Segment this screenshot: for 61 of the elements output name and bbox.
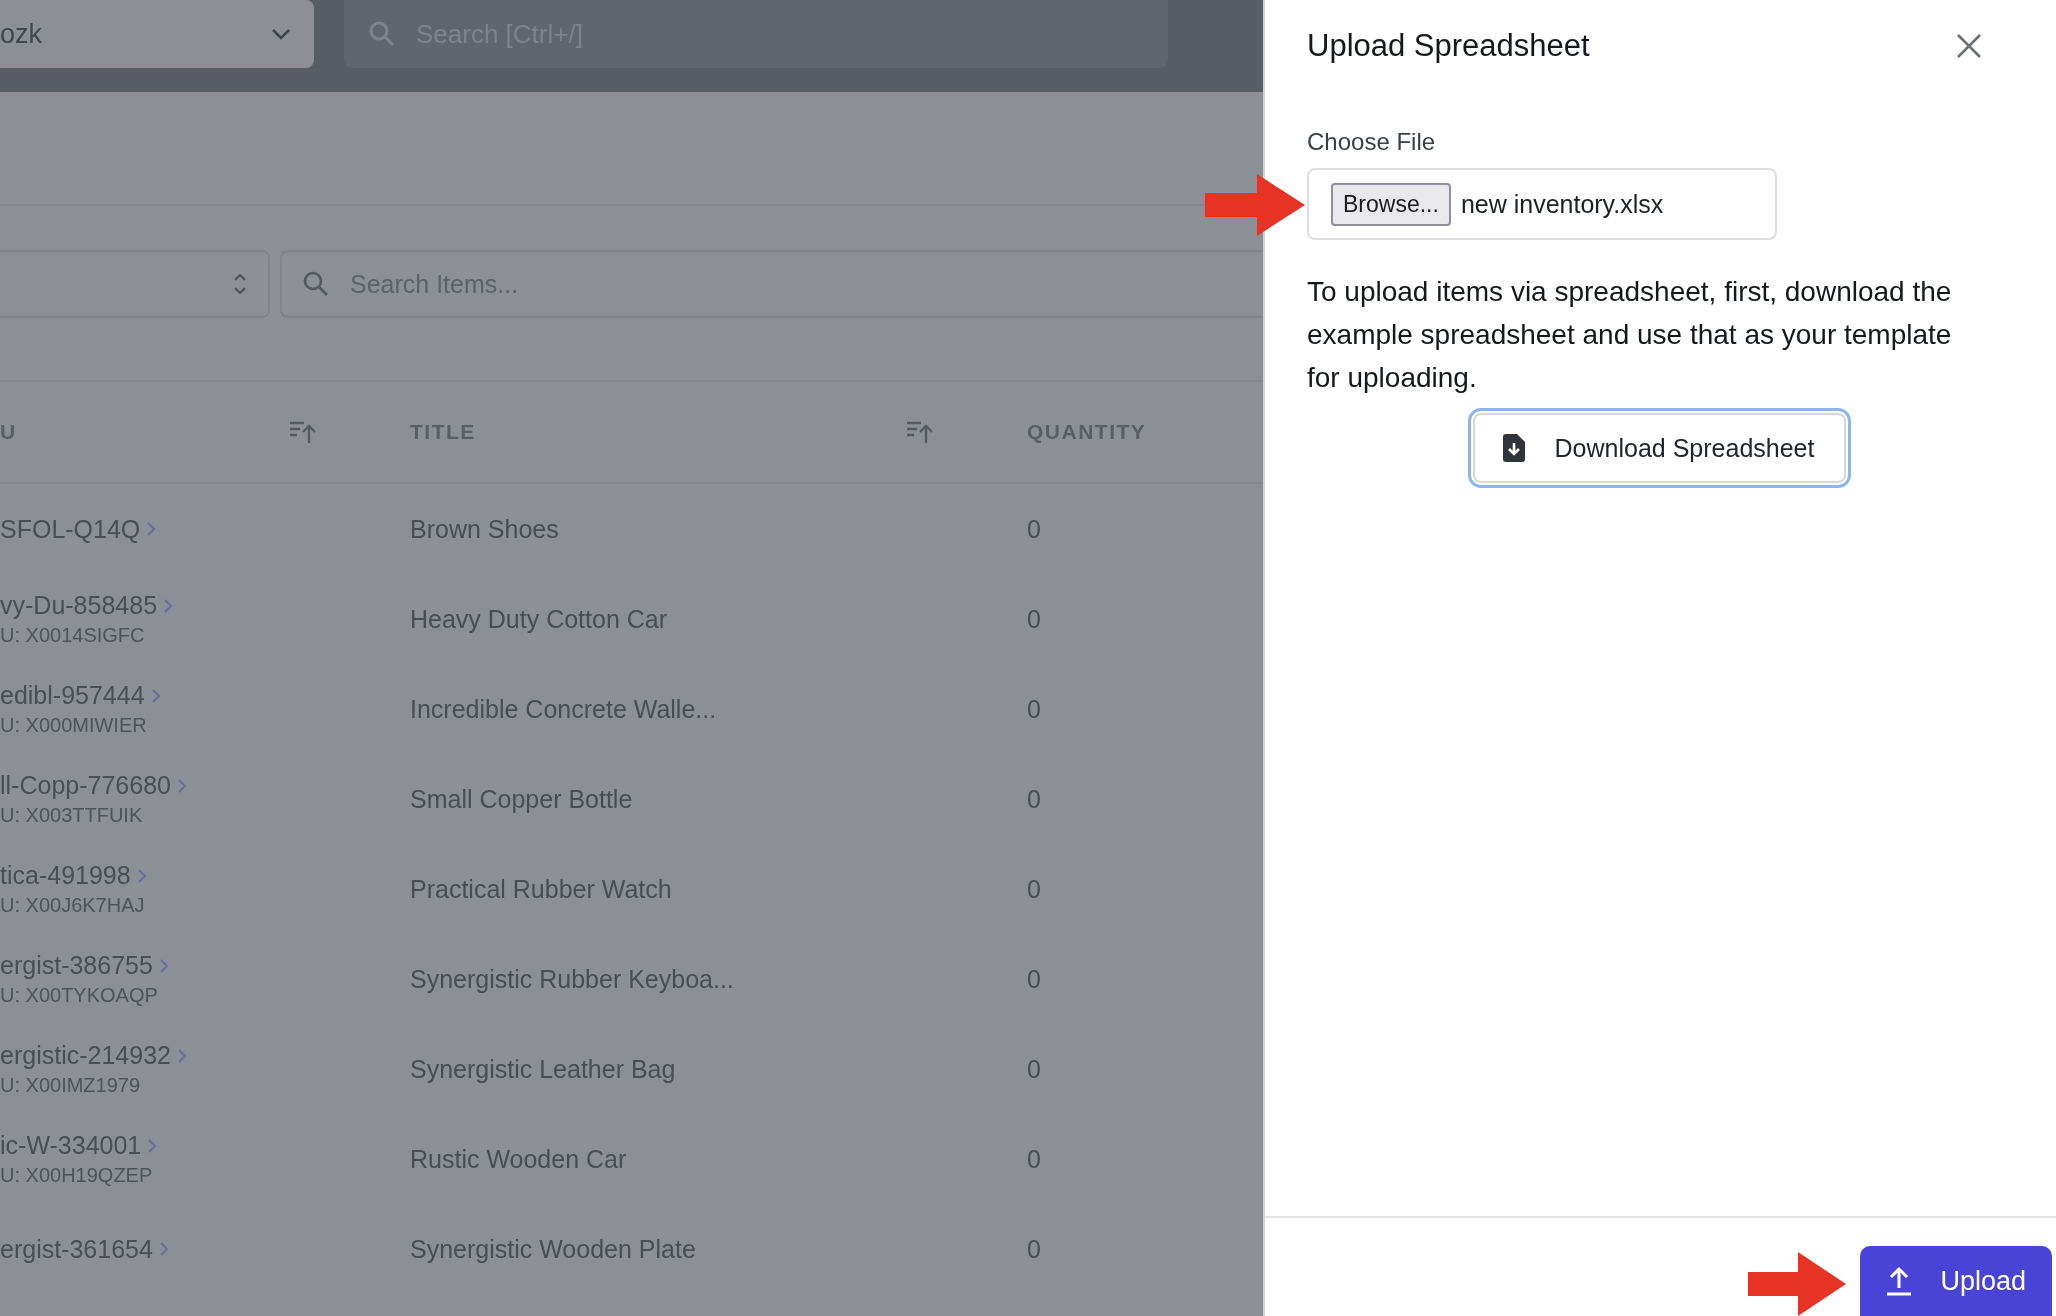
- item-title: Practical Rubber Watch: [410, 874, 672, 903]
- item-title: Incredible Concrete Walle...: [410, 694, 717, 723]
- sku-link[interactable]: edibl-957444: [0, 681, 145, 710]
- upload-icon: [1886, 1266, 1913, 1296]
- sub-sku: U: X0014SIGFC: [0, 624, 146, 647]
- quantity-value: 0: [1027, 1054, 1041, 1083]
- sku-link[interactable]: ergistic-214932: [0, 1041, 171, 1070]
- item-title: Synergistic Wooden Plate: [410, 1234, 696, 1263]
- panel-title: Upload Spreadsheet: [1307, 28, 1590, 64]
- sku-link[interactable]: vy-Du-858485: [0, 591, 158, 620]
- quantity-value: 0: [1027, 874, 1041, 903]
- sub-sku: U: X00TYKOAQP: [0, 984, 159, 1007]
- item-title: Synergistic Rubber Keyboa...: [410, 964, 734, 993]
- file-name: new inventory.xlsx: [1460, 189, 1664, 219]
- chevron-down-icon: [270, 27, 292, 41]
- chevron-right-icon: [176, 1047, 187, 1064]
- chevron-right-icon: [158, 1241, 169, 1257]
- sort-icon[interactable]: [905, 419, 935, 445]
- quantity-value: 0: [1027, 604, 1041, 633]
- sort-icon[interactable]: [288, 419, 318, 445]
- item-title: Small Copper Bottle: [410, 784, 633, 813]
- chevron-right-icon: [136, 867, 147, 884]
- item-title: Brown Shoes: [410, 514, 559, 543]
- file-download-icon: [1502, 434, 1525, 462]
- chevron-right-icon: [150, 687, 161, 704]
- browse-button[interactable]: Browse...: [1331, 182, 1451, 226]
- quantity-value: 0: [1027, 784, 1041, 813]
- sku-link[interactable]: ergist-361654: [0, 1234, 153, 1264]
- sub-sku: U: X00IMZ1979: [0, 1074, 142, 1097]
- chevron-right-icon: [176, 777, 187, 794]
- chevron-right-icon: [158, 957, 169, 974]
- item-title: Synergistic Leather Bag: [410, 1054, 676, 1083]
- quantity-value: 0: [1027, 1234, 1041, 1263]
- item-title: Rustic Wooden Car: [410, 1144, 627, 1173]
- quantity-value: 0: [1027, 964, 1041, 993]
- quantity-value: 0: [1027, 514, 1041, 543]
- sub-sku: U: X00J6K7HAJ: [0, 894, 146, 917]
- sub-sku: U: X00H19QZEP: [0, 1164, 154, 1187]
- search-icon: [368, 20, 396, 48]
- sku-link[interactable]: ll-Copp-776680: [0, 771, 171, 800]
- sku-link[interactable]: ergist-386755: [0, 951, 153, 980]
- sub-sku: U: X000MIWIER: [0, 714, 148, 737]
- workspace-select[interactable]: ozk: [0, 0, 314, 68]
- search-icon: [302, 270, 330, 298]
- chevron-right-icon: [163, 597, 174, 614]
- chevron-right-icon: [146, 521, 157, 537]
- quantity-value: 0: [1027, 694, 1041, 723]
- sku-link[interactable]: ic-W-334001: [0, 1131, 142, 1160]
- sku-link[interactable]: SFOL-Q14Q: [0, 514, 141, 544]
- item-title: Heavy Duty Cotton Car: [410, 604, 668, 633]
- sub-sku: U: X003TTFUIK: [0, 804, 144, 827]
- field-label: Choose File: [1307, 128, 1437, 156]
- instructions-text: To upload items via spreadsheet, first, download the example spreadsheet and use that as your template for uploading.: [1307, 275, 1953, 395]
- upload-button[interactable]: Upload: [1860, 1246, 2052, 1316]
- filter-select[interactable]: [0, 250, 270, 318]
- sku-link[interactable]: tica-491998: [0, 861, 131, 890]
- close-icon[interactable]: [1956, 33, 1982, 59]
- quantity-value: 0: [1027, 1144, 1041, 1173]
- file-input[interactable]: Browse... new inventory.xlsx: [1307, 168, 1777, 240]
- up-down-icon: [232, 271, 248, 297]
- chevron-right-icon: [147, 1137, 158, 1154]
